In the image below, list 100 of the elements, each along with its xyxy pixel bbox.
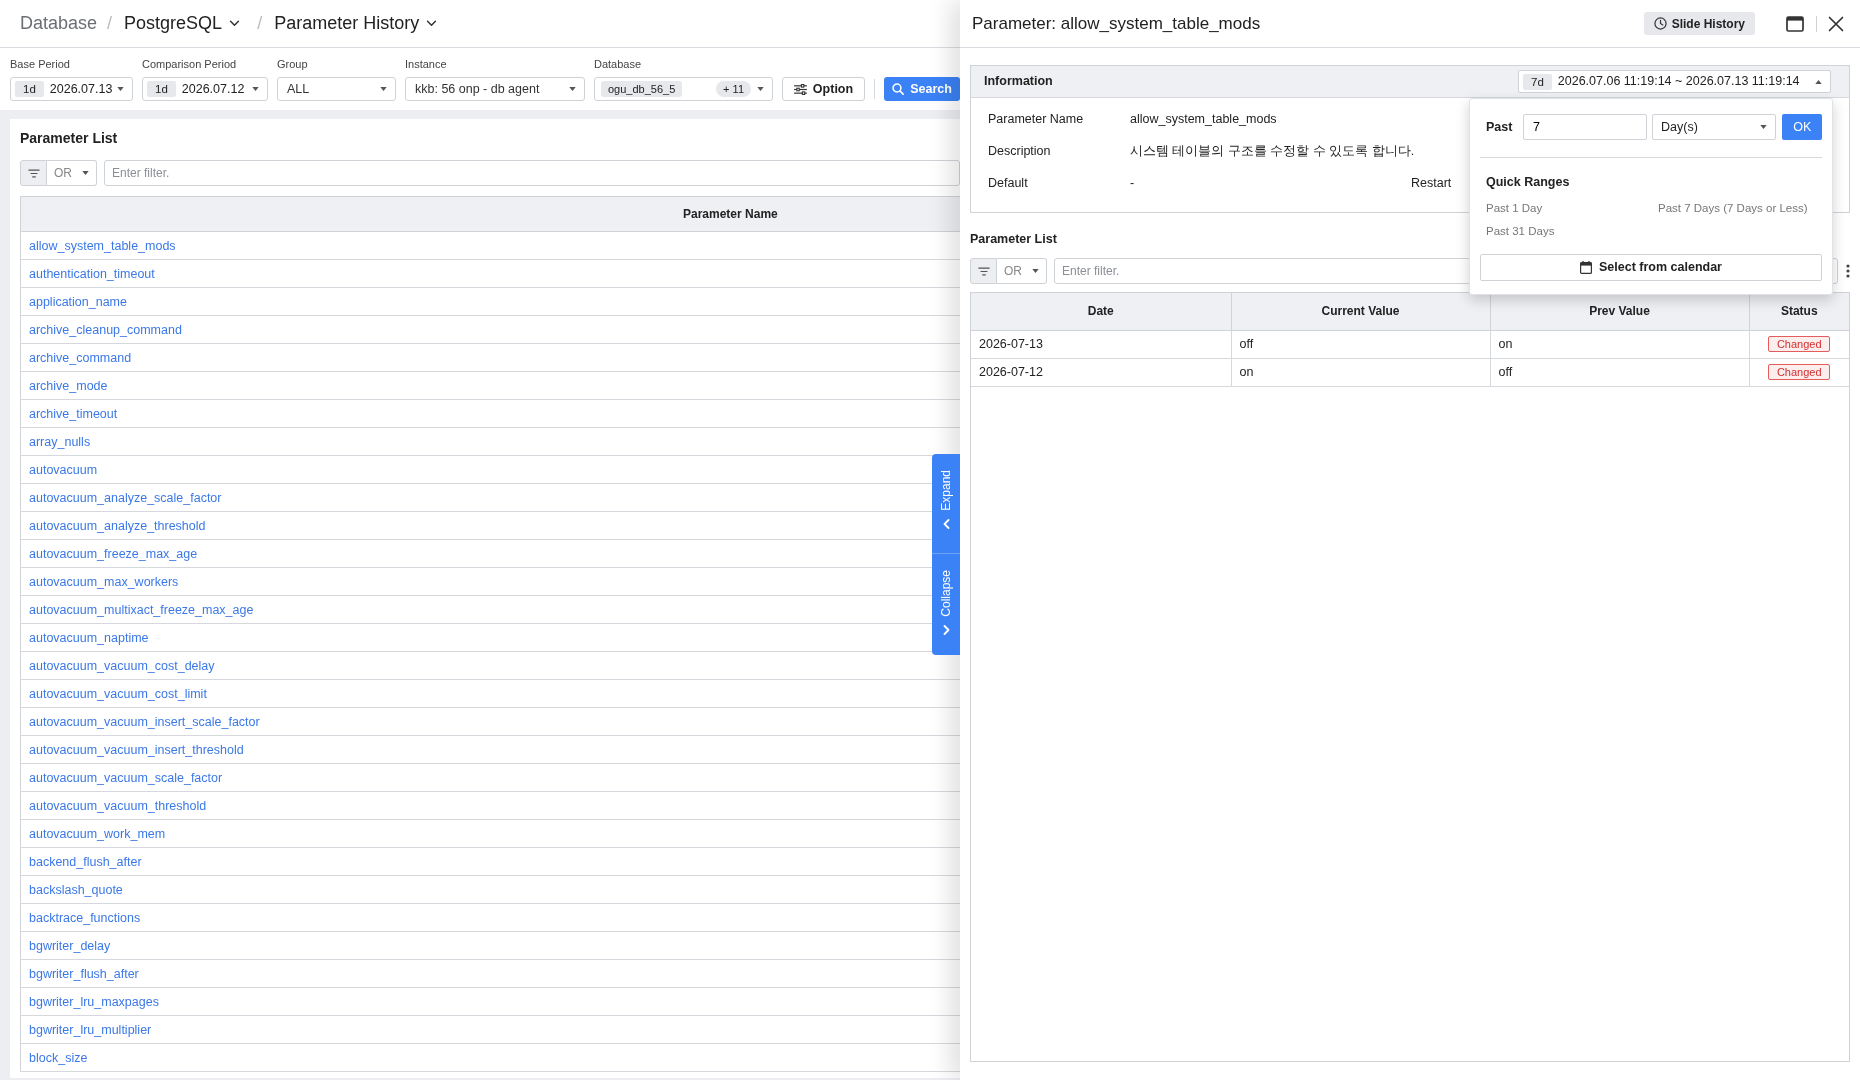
- table-cell: 2026-07-12: [971, 358, 1231, 386]
- column-header: Status: [1749, 293, 1849, 330]
- close-icon[interactable]: [1828, 15, 1844, 32]
- column-header: Date: [971, 293, 1231, 330]
- filter-button[interactable]: [970, 258, 997, 284]
- operator-select[interactable]: OR: [997, 258, 1047, 284]
- parameter-link[interactable]: autovacuum_work_mem: [29, 826, 166, 841]
- parameter-link[interactable]: autovacuum_vacuum_insert_threshold: [29, 742, 244, 757]
- filter-input[interactable]: Enter filter.: [104, 160, 960, 186]
- parameter-link[interactable]: authentication_timeout: [29, 266, 155, 281]
- number-input[interactable]: 7: [1523, 114, 1647, 140]
- kebab-menu-icon[interactable]: [1846, 264, 1850, 278]
- parameter-link[interactable]: backend_flush_after: [29, 854, 142, 869]
- parameter-link[interactable]: autovacuum_vacuum_cost_delay: [29, 658, 215, 673]
- field-value: allow_system_table_mods: [1130, 110, 1277, 128]
- parameter-link[interactable]: backtrace_functions: [29, 910, 141, 925]
- unit-select[interactable]: Day(s): [1652, 114, 1777, 140]
- quick-range-link[interactable]: Past 7 Days (7 Days or Less): [1658, 198, 1808, 217]
- dropdown-select[interactable]: kkb: 56 onp - db agent: [405, 77, 585, 101]
- parameter-link[interactable]: autovacuum_freeze_max_age: [29, 546, 198, 561]
- date-range-select[interactable]: 7d 2026.07.06 11:19:14 ~ 2026.07.13 11:19:14: [1518, 70, 1831, 93]
- table-cell: off: [1490, 358, 1749, 386]
- filter-label: Group: [277, 57, 308, 71]
- parameter-link[interactable]: archive_command: [29, 350, 132, 365]
- column-header: Parameter Name: [20, 196, 960, 232]
- parameter-link[interactable]: autovacuum_max_workers: [29, 574, 179, 589]
- parameter-link[interactable]: bgwriter_flush_after: [29, 966, 139, 981]
- count-badge: + 11: [716, 81, 751, 97]
- caret-down-icon: [82, 171, 89, 175]
- filter-icon: [977, 266, 990, 276]
- section-title: Quick Ranges: [1486, 174, 1570, 191]
- parameter-link[interactable]: autovacuum_vacuum_threshold: [29, 798, 207, 813]
- column-header: Prev Value: [1490, 293, 1749, 330]
- parameter-link[interactable]: array_nulls: [29, 434, 91, 449]
- maximize-icon[interactable]: [1786, 15, 1804, 32]
- section-title: Parameter List: [970, 231, 1057, 248]
- parameter-link[interactable]: archive_cleanup_command: [29, 322, 182, 337]
- parameter-link[interactable]: archive_timeout: [29, 406, 118, 421]
- quick-range-link[interactable]: Past 1 Day: [1486, 198, 1543, 217]
- parameter-link[interactable]: bgwriter_lru_maxpages: [29, 994, 159, 1009]
- table-cell: 2026-07-13: [971, 330, 1231, 358]
- filter-label: Base Period: [10, 57, 70, 71]
- search-button[interactable]: Search: [884, 77, 960, 101]
- dropdown-select[interactable]: ALL: [277, 77, 396, 101]
- parameter-link[interactable]: autovacuum_vacuum_scale_factor: [29, 770, 223, 785]
- period-badge: 1d: [147, 81, 176, 97]
- parameter-link[interactable]: bgwriter_lru_multiplier: [29, 1022, 152, 1037]
- period-select[interactable]: 1d 2026.07.12: [142, 77, 268, 101]
- field-label: Restart: [1411, 174, 1452, 192]
- parameter-link[interactable]: backslash_quote: [29, 882, 123, 897]
- section-title: Parameter List: [20, 129, 118, 147]
- caret-down-icon: [1032, 269, 1039, 273]
- clock-icon: [1653, 17, 1667, 30]
- parameter-link[interactable]: autovacuum_vacuum_cost_limit: [29, 686, 207, 701]
- period-badge: 7d: [1523, 73, 1552, 90]
- breadcrumb-dropdown[interactable]: Parameter History: [274, 12, 438, 35]
- breadcrumb-separator: /: [107, 12, 113, 35]
- chevron-left-icon: [942, 518, 950, 529]
- calendar-button[interactable]: Select from calendar: [1480, 253, 1822, 281]
- breadcrumb-link[interactable]: Database: [20, 12, 98, 35]
- parameter-link[interactable]: autovacuum_naptime: [29, 630, 149, 645]
- parameter-link[interactable]: autovacuum_multixact_freeze_max_age: [29, 602, 254, 617]
- column-header: Current Value: [1231, 293, 1490, 330]
- breadcrumb-separator: /: [257, 12, 263, 35]
- multi-select[interactable]: ogu_db_56_5 + 11: [594, 77, 773, 101]
- past-label: Past: [1485, 118, 1514, 136]
- filter-label: Instance: [405, 57, 447, 71]
- table-cell: on: [1231, 358, 1490, 386]
- status-label: Changed: [1768, 363, 1831, 380]
- section-title: Information: [984, 73, 1053, 91]
- parameter-link[interactable]: block_size: [29, 1050, 88, 1065]
- tag-chip: ogu_db_56_5: [601, 81, 683, 97]
- period-select[interactable]: 1d 2026.07.13: [10, 77, 133, 101]
- field-label: Parameter Name: [988, 110, 1085, 128]
- expand-tab[interactable]: Expand: [932, 454, 960, 554]
- sliders-icon: [793, 83, 807, 95]
- breadcrumb-dropdown[interactable]: PostgreSQL: [124, 12, 241, 35]
- filter-button[interactable]: [20, 160, 47, 186]
- parameter-link[interactable]: autovacuum_analyze_threshold: [29, 518, 206, 533]
- parameter-link[interactable]: archive_mode: [29, 378, 108, 393]
- parameter-link[interactable]: application_name: [29, 294, 127, 309]
- parameter-link[interactable]: allow_system_table_mods: [29, 238, 176, 253]
- ok-button[interactable]: OK: [1782, 114, 1822, 140]
- parameter-link[interactable]: bgwriter_delay: [29, 938, 111, 953]
- parameter-link[interactable]: autovacuum: [29, 462, 98, 477]
- chevron-right-icon: [942, 624, 950, 635]
- table-cell: on: [1490, 330, 1749, 358]
- slide-history-button[interactable]: Slide History: [1643, 12, 1755, 35]
- period-badge: 1d: [15, 81, 44, 97]
- quick-range-link[interactable]: Past 31 Days: [1486, 221, 1555, 240]
- filter-label: Database: [594, 57, 642, 71]
- filter-icon: [27, 168, 40, 178]
- option-button[interactable]: Option: [782, 77, 865, 101]
- field-label: Description: [988, 142, 1052, 160]
- caret-down-icon: [252, 87, 259, 91]
- field-label: Default: [988, 174, 1029, 192]
- parameter-link[interactable]: autovacuum_analyze_scale_factor: [29, 490, 222, 505]
- collapse-tab[interactable]: Collapse: [932, 554, 960, 655]
- operator-select[interactable]: OR: [47, 160, 97, 186]
- parameter-link[interactable]: autovacuum_vacuum_insert_scale_factor: [29, 714, 260, 729]
